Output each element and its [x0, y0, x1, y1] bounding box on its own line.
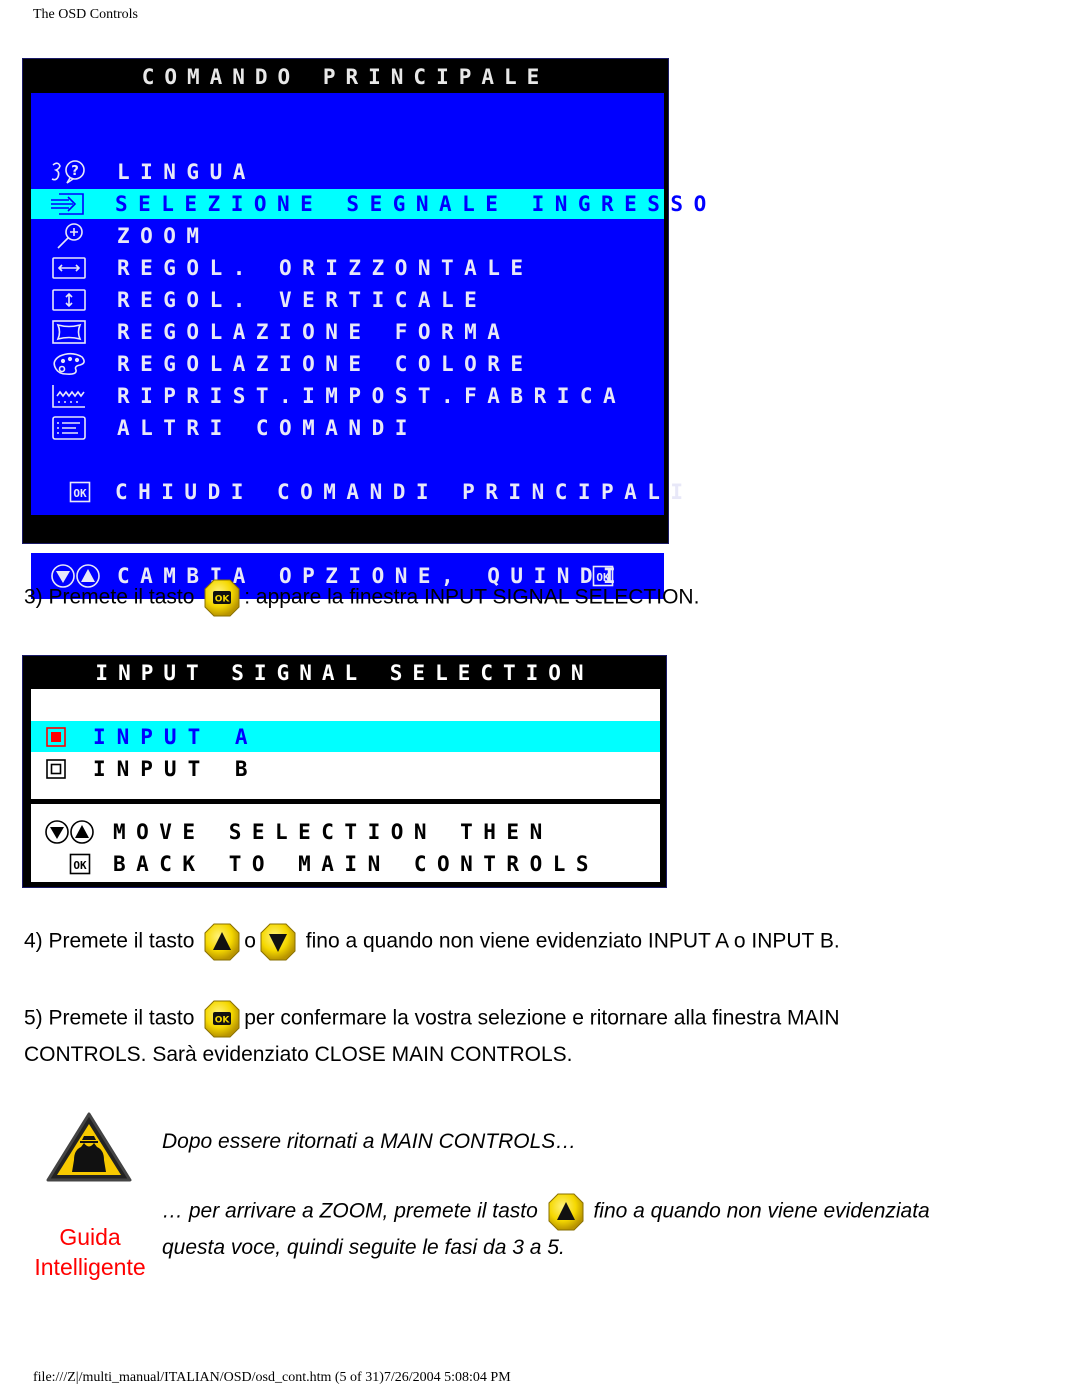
ok-icon: [69, 853, 91, 875]
step-3-suffix: : appare la finestra INPUT SIGNAL SELECT…: [244, 585, 700, 609]
input-signal-selection-osd: INPUT SIGNAL SELECTION INPUT A INPUT B M…: [22, 655, 667, 888]
menu-item-label: SELEZIONE SEGNALE INGRESSO: [115, 192, 717, 216]
vertical-adjust-icon: [49, 287, 89, 313]
up-key-button[interactable]: [548, 1193, 584, 1231]
ok-icon: [69, 481, 91, 503]
menu-item-regol-orizzontale[interactable]: REGOL. ORIZZONTALE: [31, 253, 664, 283]
selected-radio-icon: [46, 726, 66, 747]
option-label: INPUT B: [93, 756, 259, 781]
down-key-button[interactable]: [260, 923, 296, 961]
ok-key-button[interactable]: OK: [204, 1000, 240, 1038]
menu-item-label: REGOLAZIONE FORMA: [117, 320, 511, 344]
svg-text:OK: OK: [215, 1016, 231, 1026]
step-5-suffix: per confermare la vostra selezione e rit…: [244, 1006, 840, 1030]
color-palette-icon: [49, 351, 89, 377]
step-3-prefix: 3) Premete il tasto: [24, 585, 195, 609]
menu-item-regolazione-forma[interactable]: REGOLAZIONE FORMA: [31, 317, 664, 347]
menu-item-label: REGOL. ORIZZONTALE: [117, 256, 534, 280]
hint-move-selection: MOVE SELECTION THEN: [31, 817, 553, 847]
smart-help-line1-prefix: … per arrivare a ZOOM, premete il tasto: [162, 1199, 538, 1223]
factory-reset-icon: [49, 383, 89, 409]
hint-label: BACK TO MAIN CONTROLS: [113, 852, 600, 876]
main-menu-panel: ? LINGUA SELEZIONE SEGNALE INGRESSO ZOOM…: [31, 93, 706, 515]
option-input-b[interactable]: INPUT B: [31, 753, 660, 784]
menu-item-label: CHIUDI COMANDI PRINCIPALI: [115, 480, 694, 504]
menu-item-label: REGOL. VERTICALE: [117, 288, 488, 312]
osd-title: COMANDO PRINCIPALE: [141, 65, 550, 89]
menu-item-zoom[interactable]: ZOOM: [31, 221, 664, 251]
menu-item-regol-verticale[interactable]: REGOL. VERTICALE: [31, 285, 664, 315]
smart-help-label-line2: Intelligente: [34, 1254, 146, 1280]
step-5-line2: CONTROLS. Sarà evidenziato CLOSE MAIN CO…: [24, 1043, 573, 1066]
menu-item-lingua[interactable]: ? LINGUA: [31, 157, 664, 187]
option-label: INPUT A: [93, 724, 259, 749]
step-4-suffix: fino a quando non viene evidenziato INPU…: [305, 929, 840, 953]
svg-text:OK: OK: [215, 595, 231, 605]
smart-help-warning-icon: [46, 1112, 132, 1182]
up-down-arrows-icon: [45, 819, 95, 845]
menu-item-label: REGOLAZIONE COLORE: [117, 352, 534, 376]
smart-help-line2: questa voce, quindi seguite le fasi da 3…: [162, 1236, 565, 1259]
ok-key-icon: OK: [204, 579, 240, 617]
menu-item-regolazione-colore[interactable]: REGOLAZIONE COLORE: [31, 349, 664, 379]
up-arrow-key-icon: [204, 923, 240, 961]
smart-help-intro: Dopo essere ritornati a MAIN CONTROLS…: [162, 1130, 577, 1153]
menu-item-label: ALTRI COMANDI: [117, 416, 418, 440]
shape-adjust-icon: [49, 319, 89, 345]
page-header: The OSD Controls: [33, 7, 138, 22]
step-4-or: o: [244, 929, 256, 953]
step-4: 4) Premete il tasto o fino a quando non …: [24, 923, 840, 961]
zoom-icon: [49, 223, 89, 249]
menu-item-label: ZOOM: [117, 224, 210, 248]
ok-key-button[interactable]: OK: [204, 579, 240, 617]
hint-back-to-main: BACK TO MAIN CONTROLS: [31, 849, 599, 879]
up-key-button[interactable]: [204, 923, 240, 961]
step-5: 5) Premete il tasto OK per confermare la…: [24, 1000, 840, 1038]
step-4-prefix: 4) Premete il tasto: [24, 929, 195, 953]
option-input-a[interactable]: INPUT A: [31, 721, 660, 752]
horizontal-adjust-icon: [49, 255, 89, 281]
language-icon: ?: [49, 159, 89, 185]
other-controls-icon: [49, 415, 89, 441]
main-controls-osd: COMANDO PRINCIPALE ? LINGUA SELEZIONE SE…: [22, 58, 706, 599]
svg-text:?: ?: [71, 164, 79, 179]
menu-item-altri-comandi[interactable]: ALTRI COMANDI: [31, 413, 664, 443]
input-options-panel: INPUT A INPUT B: [31, 689, 660, 799]
smart-help-line1: … per arrivare a ZOOM, premete il tasto …: [162, 1193, 930, 1231]
hint-label: MOVE SELECTION THEN: [113, 820, 553, 844]
smart-help-label: Guida Intelligente: [30, 1222, 150, 1282]
input-signal-icon: [49, 191, 87, 217]
menu-item-selezione-segnale-ingresso[interactable]: SELEZIONE SEGNALE INGRESSO: [31, 189, 706, 219]
down-arrow-key-icon: [260, 923, 296, 961]
up-arrow-key-icon: [548, 1193, 584, 1231]
step-3: 3) Premete il tasto OK : appare la fines…: [24, 579, 699, 617]
menu-item-label: LINGUA: [117, 160, 256, 184]
menu-item-label: RIPRIST.IMPOST.FABRICA: [117, 384, 627, 408]
ok-key-icon: OK: [204, 1000, 240, 1038]
osd-title: INPUT SIGNAL SELECTION: [95, 661, 594, 685]
smart-help-label-line1: Guida: [59, 1224, 121, 1250]
step-5-prefix: 5) Premete il tasto: [24, 1006, 195, 1030]
input-selection-footer: MOVE SELECTION THEN BACK TO MAIN CONTROL…: [31, 804, 660, 882]
smart-help-line1-suffix: fino a quando non viene evidenziata: [593, 1199, 930, 1223]
unselected-radio-icon: [46, 758, 66, 779]
menu-item-riprist-impost-fabrica[interactable]: RIPRIST.IMPOST.FABRICA: [31, 381, 664, 411]
page-footer: file:///Z|/multi_manual/ITALIAN/OSD/osd_…: [33, 1370, 511, 1385]
menu-item-chiudi-comandi-principali[interactable]: CHIUDI COMANDI PRINCIPALI: [31, 477, 694, 507]
